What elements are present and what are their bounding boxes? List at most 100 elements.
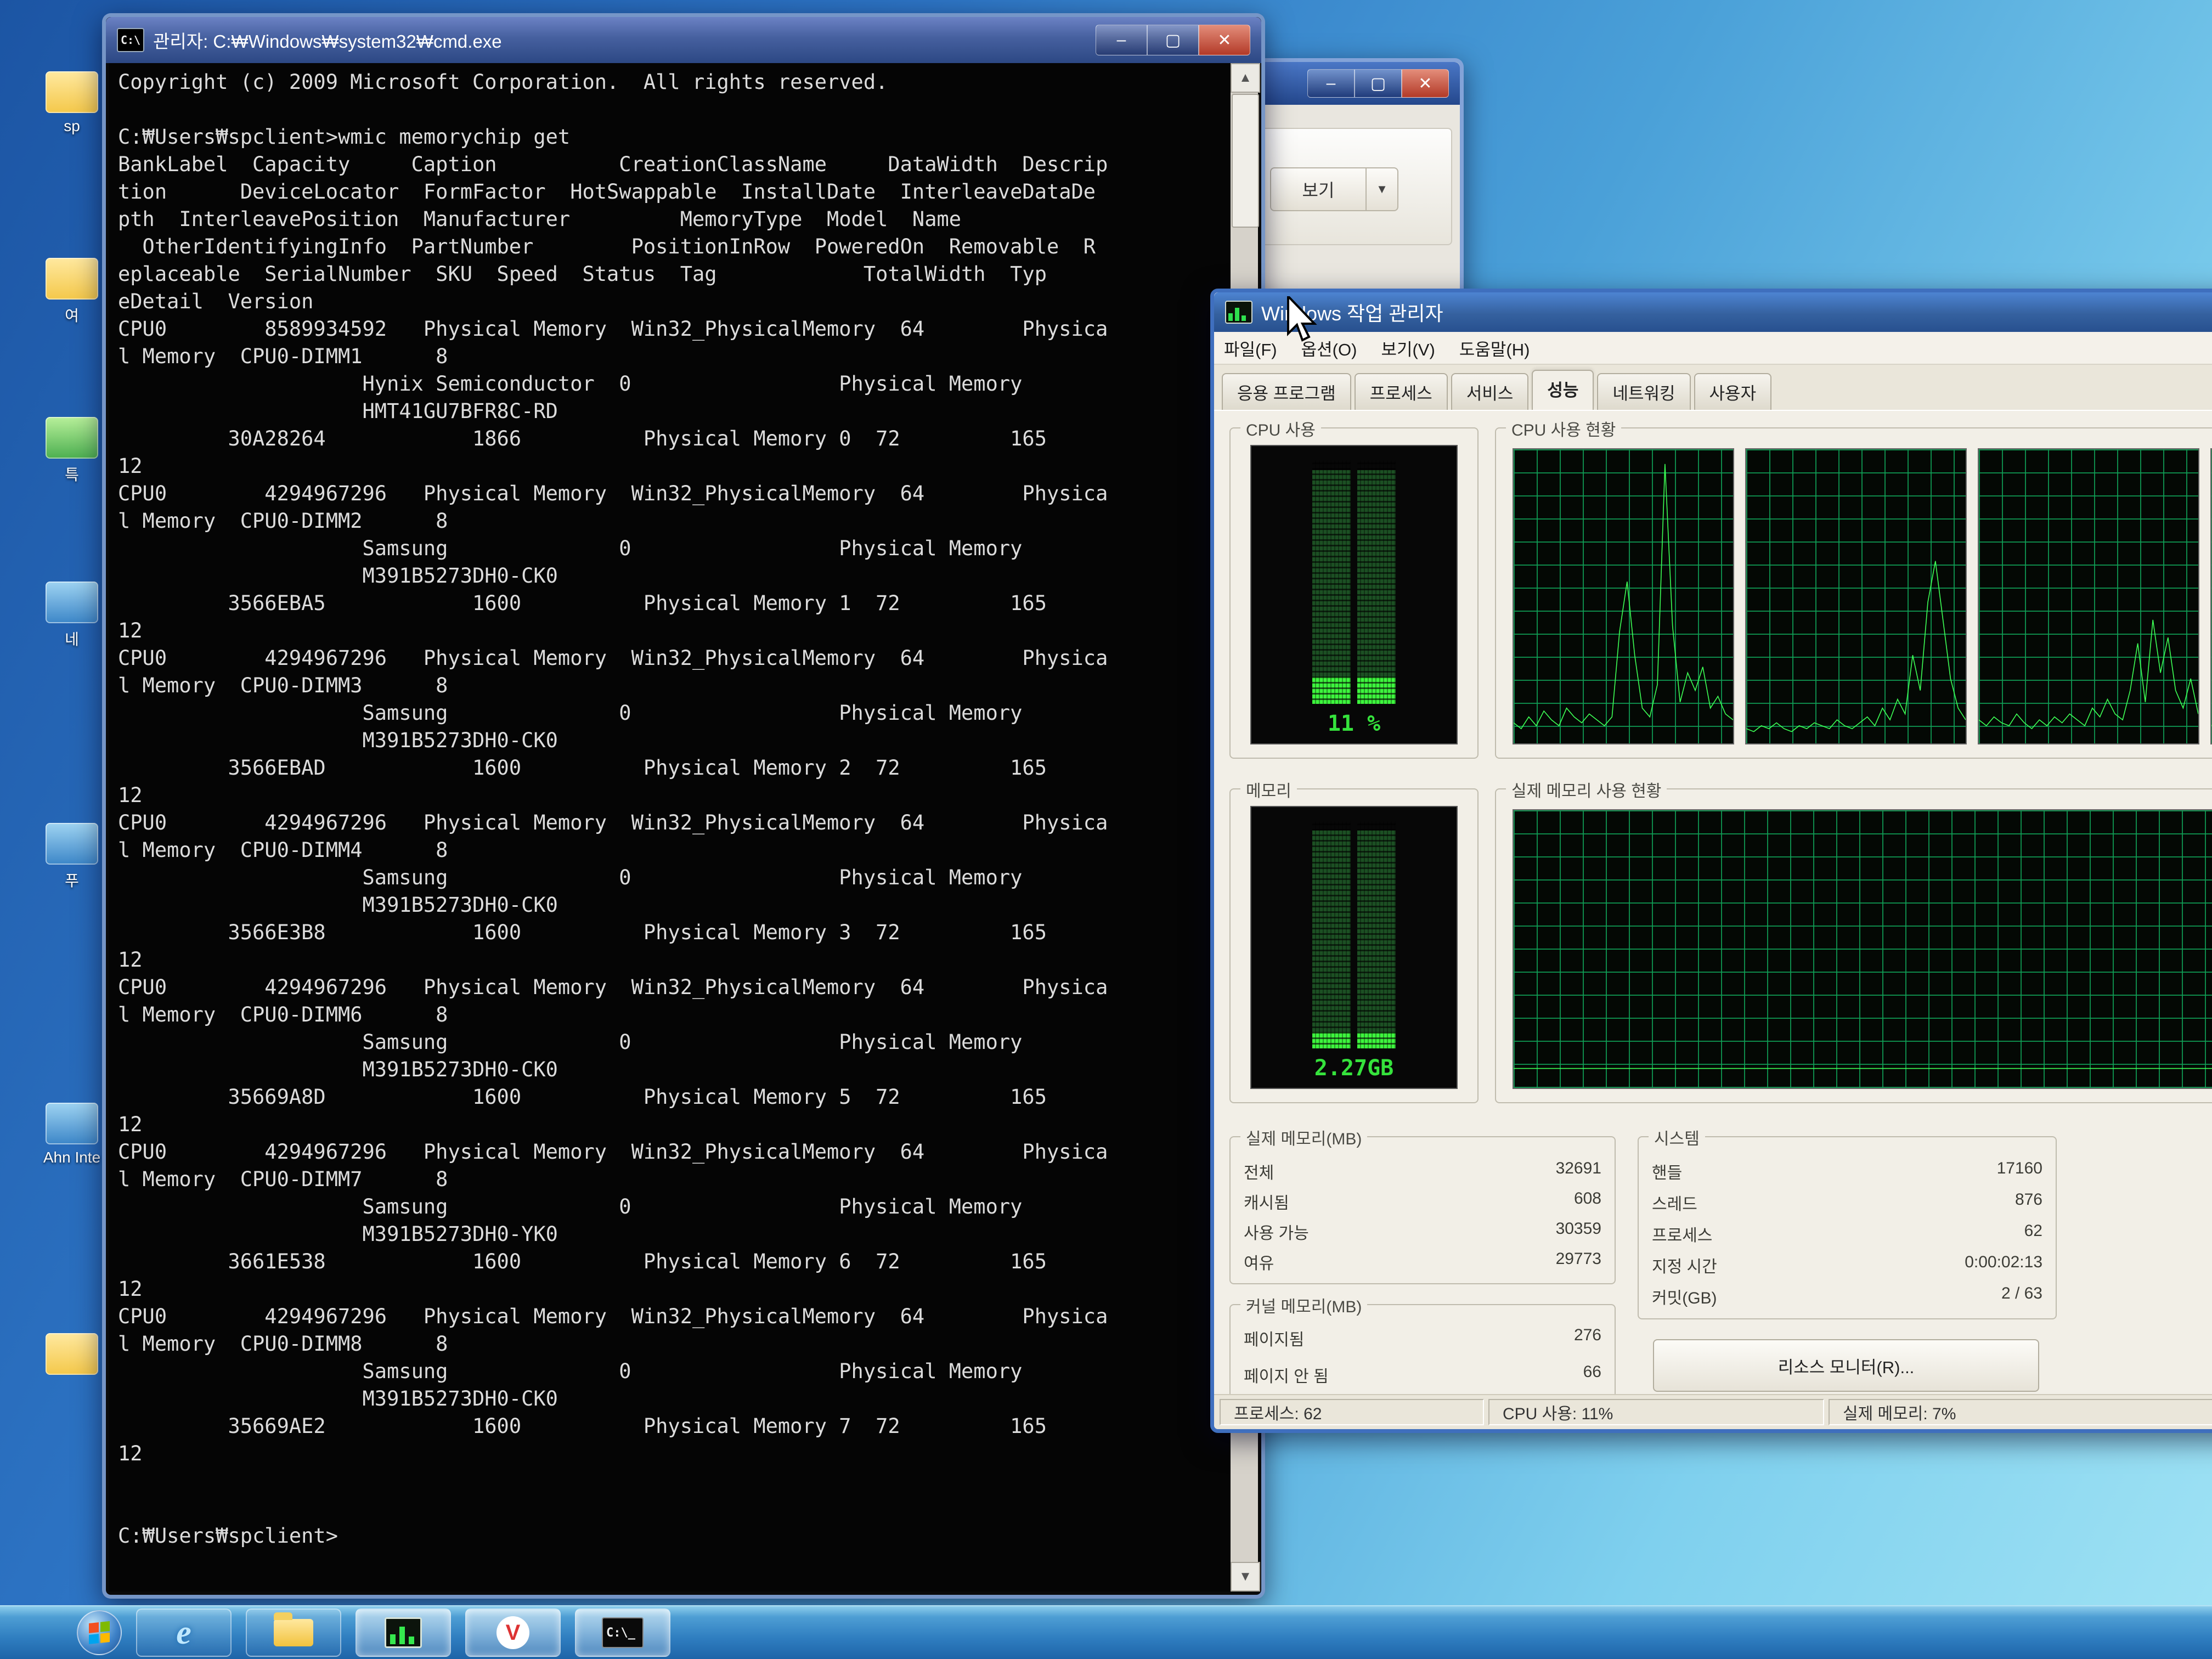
tab-networking[interactable]: 네트워킹 [1597,373,1690,410]
app-icon [46,582,98,623]
maximize-icon[interactable]: ▢ [1147,25,1199,55]
task-manager-menubar: 파일(F) 옵션(O) 보기(V) 도움말(H) [1214,332,2212,365]
desktop-icon-label: 푸 [31,869,113,891]
mouse-cursor [1286,296,1321,345]
cpu-history-graph [1745,448,1967,744]
tab-applications[interactable]: 응용 프로그램 [1222,373,1351,410]
desktop-icon-label: sp [31,117,113,135]
menu-view[interactable]: 보기(V) [1381,336,1435,360]
status-physical-memory: 실제 메모리: 7% [1829,1399,2212,1425]
kernel-memory-group-title: 커널 메모리(MB) [1240,1293,1367,1317]
desktop-icon-label: 네 [31,628,113,650]
physical-memory-rows: 전체32691 캐시됨608 사용 가능30359 여유29773 [1244,1156,1601,1277]
stat-row: 여유29773 [1244,1250,1601,1274]
scroll-up-icon[interactable]: ▲ [1231,63,1260,93]
cpu-led-column [1357,460,1396,704]
stat-row: 사용 가능30359 [1244,1220,1601,1244]
desktop-icon-label: 여 [31,304,113,326]
cpu-usage-group-title: CPU 사용 [1240,416,1321,441]
stat-row: 전체32691 [1244,1159,1601,1183]
task-manager-icon [385,1617,422,1648]
kernel-memory-rows: 페이지됨276 페이지 안 됨66 [1244,1319,1601,1393]
desktop-icon[interactable]: 특 [31,417,113,485]
stat-row: 지정 시간0:00:02:13 [1652,1253,2042,1277]
memory-led-column [1312,821,1351,1048]
desktop-icon[interactable]: 네 [31,582,113,650]
minimize-icon[interactable]: – [1307,69,1355,98]
close-icon[interactable]: ✕ [1402,69,1449,98]
minimize-icon[interactable]: – [1096,25,1147,55]
desktop-icon[interactable]: sp [31,71,113,135]
chevron-down-icon[interactable]: ▼ [1365,168,1397,210]
desktop-icon[interactable]: Ahn Inte [31,1103,113,1166]
tab-performance[interactable]: 성능 [1532,370,1594,410]
desktop-icon-label: Ahn Inte [31,1149,113,1166]
tab-users[interactable]: 사용자 [1694,373,1772,410]
system-group: 시스템 핸들17160스레드876프로세스62지정 시간0:00:02:13커밋… [1638,1136,2057,1319]
cpu-history-group: CPU 사용 현황 [1495,427,2212,759]
memory-gauge: 2.27GB [1250,806,1458,1089]
memory-group-title: 메모리 [1240,777,1297,802]
desktop-icon[interactable] [31,1333,113,1379]
cmd-window: C:\ 관리자: C:₩Windows₩system32₩cmd.exe – ▢… [102,13,1265,1599]
app-icon [46,1103,98,1144]
taskbar-command-prompt[interactable]: C:\_ [575,1609,670,1657]
system-group-title: 시스템 [1649,1125,1705,1149]
cmd-titlebar[interactable]: C:\ 관리자: C:₩Windows₩system32₩cmd.exe – ▢… [106,17,1261,63]
taskbar-explorer[interactable] [246,1609,341,1657]
cpu-history-graph [1513,448,1734,744]
memory-gauge-group: 메모리 2.27GB [1229,788,1479,1103]
start-button[interactable] [77,1610,122,1655]
windows-logo-icon [89,1621,110,1644]
folder-icon [46,258,98,300]
taskbar-internet-explorer[interactable]: e [136,1609,232,1657]
memory-history-graph [1513,809,2212,1089]
cpu-history-graph [1978,448,2199,744]
close-icon[interactable]: ✕ [1199,25,1250,55]
v3-antivirus-icon: V [496,1616,529,1649]
system-rows: 핸들17160스레드876프로세스62지정 시간0:00:02:13커밋(GB)… [1652,1156,2042,1312]
stat-row: 스레드876 [1652,1190,2042,1215]
cpu-led-column [1312,460,1351,704]
desktop: sp 여 특 네 푸 Ahn Inte – ▢ ✕ 보기 ▼ C:\ 관리자: … [0,0,2212,1659]
menu-help[interactable]: 도움말(H) [1459,336,1530,360]
physical-memory-group-title: 실제 메모리(MB) [1240,1125,1367,1149]
menu-file[interactable]: 파일(F) [1224,336,1277,360]
memory-gauge-value: 2.27GB [1314,1048,1394,1088]
desktop-icon[interactable]: 푸 [31,823,113,891]
cpu-usage-group: CPU 사용 11 % [1229,427,1479,759]
status-cpu-usage: CPU 사용: 11% [1488,1399,1824,1425]
scrollbar-thumb[interactable] [1232,94,1259,228]
cmd-icon: C:\ [117,28,144,52]
view-dropdown-button[interactable]: 보기 ▼ [1270,167,1398,211]
cpu-usage-value: 11 % [1328,704,1380,743]
taskbar-v3-security[interactable]: V [465,1609,561,1657]
cpu-history-panels [1513,448,2212,744]
taskbar-task-manager[interactable] [356,1609,451,1657]
memory-history-group-title: 실제 메모리 사용 현황 [1506,777,1667,802]
performance-tab-content: CPU 사용 11 % CPU 사용 현황 [1214,410,2212,1394]
resource-monitor-button[interactable]: 리소스 모니터(R)... [1653,1339,2039,1392]
background-window-toolbar: 보기 ▼ [1255,128,1452,245]
status-processes: 프로세스: 62 [1220,1399,1484,1425]
cmd-terminal-area[interactable]: Copyright (c) 2009 Microsoft Corporation… [109,63,1231,1592]
stat-row: 페이지됨276 [1244,1326,1601,1350]
stat-row: 캐시됨608 [1244,1189,1601,1214]
task-manager-tabs: 응용 프로그램 프로세스 서비스 성능 네트워킹 사용자 [1214,365,2212,410]
stat-row: 페이지 안 됨66 [1244,1363,1601,1387]
maximize-icon[interactable]: ▢ [1355,69,1402,98]
view-button-label: 보기 [1271,177,1365,202]
scroll-down-icon[interactable]: ▼ [1231,1562,1260,1592]
app-icon [46,823,98,865]
desktop-icon-label: 특 [31,463,113,485]
task-manager-titlebar[interactable]: Windows 작업 관리자 [1214,292,2212,332]
tab-processes[interactable]: 프로세스 [1355,373,1448,410]
desktop-icon[interactable]: 여 [31,258,113,326]
memory-led-column [1357,821,1396,1048]
folder-icon [274,1619,313,1646]
cpu-history-group-title: CPU 사용 현황 [1506,416,1621,441]
cmd-icon: C:\_ [602,1617,644,1648]
background-window-titlebar: – ▢ ✕ [1247,62,1460,105]
tab-services[interactable]: 서비스 [1451,373,1529,410]
cmd-output: Copyright (c) 2009 Microsoft Corporation… [118,69,1222,1550]
